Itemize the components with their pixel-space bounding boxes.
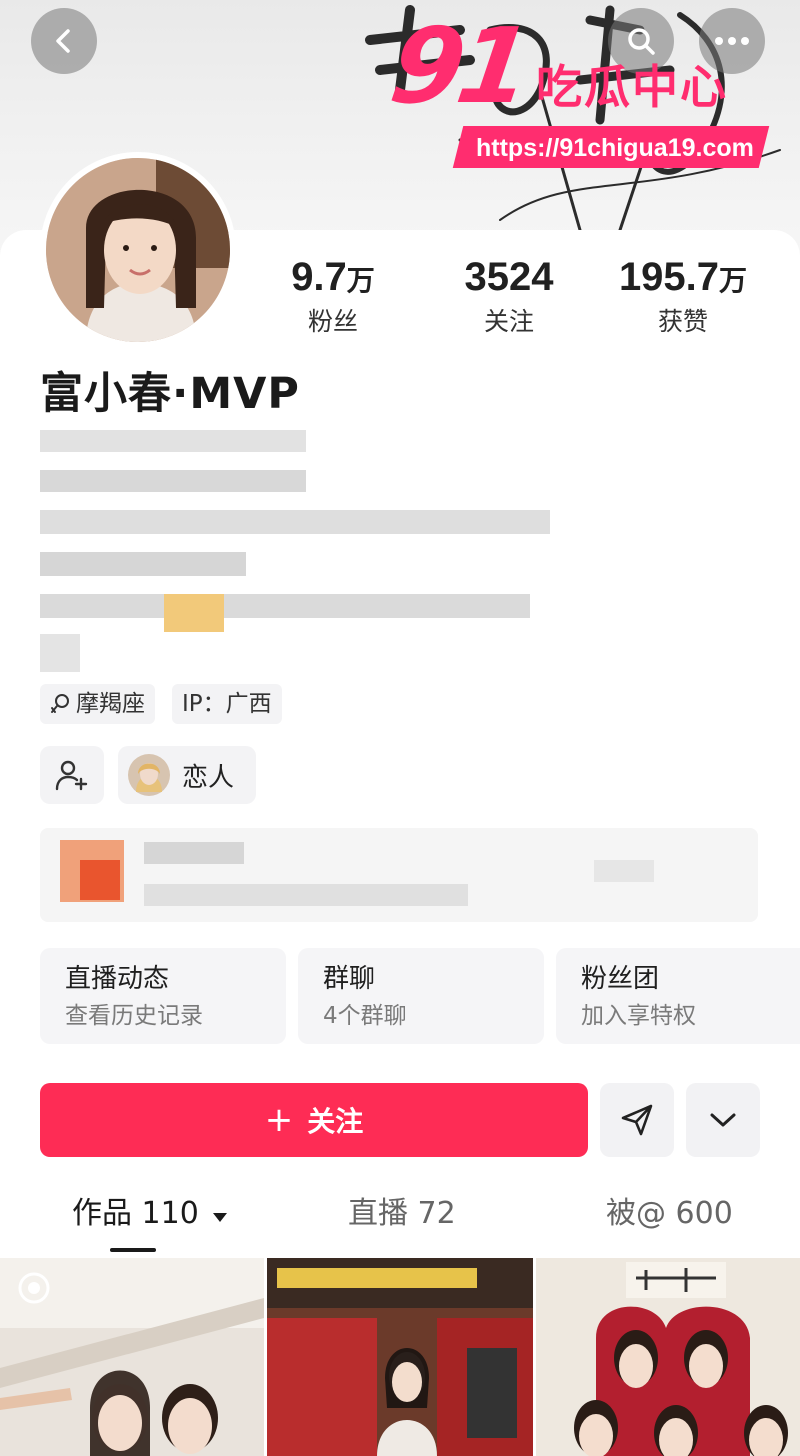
censored-right-text bbox=[594, 860, 654, 882]
stat-following[interactable]: 3524 关注 bbox=[424, 254, 594, 338]
thumbnail-image-1 bbox=[0, 1258, 264, 1456]
avatar[interactable] bbox=[40, 152, 236, 348]
censored-subtitle bbox=[144, 884, 468, 906]
profile-name: 富小春·MVP bbox=[40, 369, 300, 419]
plus-icon: + bbox=[264, 1100, 294, 1140]
tab-live[interactable]: 直播 72 bbox=[348, 1192, 456, 1236]
lover-chip[interactable]: 恋人 bbox=[118, 746, 256, 804]
expand-button[interactable] bbox=[686, 1083, 760, 1157]
stat-likes-number: 195.7 bbox=[618, 255, 720, 299]
avatar-photo bbox=[46, 158, 230, 342]
stat-followers-label: 粉丝 bbox=[307, 307, 358, 336]
caret-down-icon bbox=[213, 1213, 228, 1222]
stat-likes-label: 获赞 bbox=[657, 307, 708, 336]
chevron-down-icon bbox=[710, 1113, 736, 1127]
stat-followers-number: 9.7 bbox=[291, 255, 347, 299]
tag-ip-label: IP：广西 bbox=[182, 691, 272, 717]
back-button[interactable] bbox=[31, 8, 97, 74]
feature-fan-club[interactable]: 粉丝团 加入享特权 bbox=[556, 948, 800, 1044]
feature-live-subtitle: 查看历史记录 bbox=[65, 1003, 203, 1029]
stat-likes-unit: 万 bbox=[719, 265, 748, 296]
tab-works[interactable]: 作品 110 bbox=[72, 1192, 228, 1236]
send-message-button[interactable] bbox=[600, 1083, 674, 1157]
search-icon bbox=[628, 28, 655, 55]
watermark-brand-text: 吃瓜中心 bbox=[536, 60, 728, 114]
feature-group-chat[interactable]: 群聊 4个群聊 bbox=[298, 948, 544, 1044]
add-friend-button[interactable] bbox=[40, 746, 104, 804]
stat-followers[interactable]: 9.7万 粉丝 bbox=[248, 254, 418, 338]
censored-link-card[interactable] bbox=[40, 828, 758, 922]
feature-live-title: 直播动态 bbox=[65, 964, 170, 994]
follow-button[interactable]: + 关注 bbox=[40, 1083, 588, 1157]
feature-group-subtitle: 4个群聊 bbox=[323, 1003, 407, 1029]
censored-title bbox=[144, 842, 244, 864]
video-thumbnail-2[interactable] bbox=[267, 1258, 533, 1456]
tag-ip-location: IP：广西 bbox=[172, 684, 282, 724]
lover-avatar bbox=[128, 754, 170, 796]
stat-following-number: 3524 bbox=[464, 255, 554, 299]
video-thumbnail-1[interactable] bbox=[0, 1258, 264, 1456]
stat-followers-unit: 万 bbox=[346, 265, 375, 296]
stat-followers-value: 9.7万 bbox=[248, 254, 418, 304]
thumbnail-image-2 bbox=[267, 1258, 533, 1456]
tab-works-label: 作品 110 bbox=[72, 1196, 199, 1231]
watermark-number: 91 bbox=[383, 5, 534, 127]
feature-fanclub-subtitle: 加入享特权 bbox=[581, 1003, 696, 1029]
paper-plane-icon bbox=[621, 1104, 653, 1136]
stat-likes[interactable]: 195.7万 获赞 bbox=[598, 254, 768, 338]
stat-likes-value: 195.7万 bbox=[598, 254, 768, 304]
more-horizontal-icon bbox=[715, 37, 749, 45]
tab-active-indicator bbox=[110, 1248, 156, 1252]
female-symbol-icon bbox=[51, 694, 69, 713]
feature-group-title: 群聊 bbox=[323, 964, 376, 994]
tag-zodiac: 摩羯座 bbox=[40, 684, 155, 724]
watermark-url: https://91chigua19.com bbox=[476, 134, 754, 162]
thumbnail-image-3 bbox=[536, 1258, 800, 1456]
add-user-icon bbox=[55, 760, 88, 791]
feature-live-history[interactable]: 直播动态 查看历史记录 bbox=[40, 948, 286, 1044]
stat-following-label: 关注 bbox=[483, 307, 534, 336]
tag-zodiac-label: 摩羯座 bbox=[76, 691, 145, 717]
follow-label: 关注 bbox=[307, 1105, 364, 1138]
censored-thumbnail-center bbox=[80, 860, 120, 900]
stat-following-value: 3524 bbox=[424, 254, 594, 304]
tab-mentions[interactable]: 被@ 600 bbox=[606, 1192, 733, 1236]
chevron-left-icon bbox=[56, 29, 70, 53]
video-thumbnail-3[interactable] bbox=[536, 1258, 800, 1456]
lover-label: 恋人 bbox=[182, 762, 235, 793]
feature-fanclub-title: 粉丝团 bbox=[581, 964, 660, 994]
